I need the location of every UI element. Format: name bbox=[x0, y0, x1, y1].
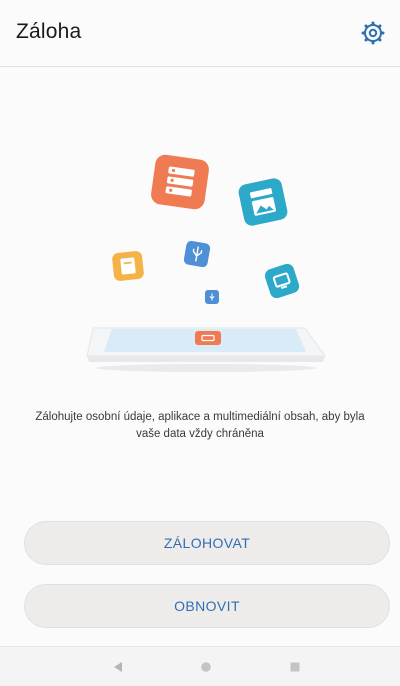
gear-icon bbox=[361, 21, 385, 45]
backup-screen: Záloha Zálohujte osobní údaje, aplikace … bbox=[0, 0, 400, 686]
recent-apps-button[interactable] bbox=[287, 659, 303, 675]
usb-icon bbox=[183, 240, 211, 268]
document-icon bbox=[151, 154, 209, 210]
back-button[interactable] bbox=[110, 659, 126, 675]
tv-icon bbox=[264, 263, 300, 299]
backup-description: Zálohujte osobní údaje, aplikace a multi… bbox=[35, 411, 365, 440]
notes-icon bbox=[112, 251, 144, 281]
backup-illustration bbox=[0, 120, 400, 380]
home-circle-icon bbox=[201, 662, 211, 672]
backup-icon bbox=[195, 331, 221, 345]
page-title: Záloha bbox=[16, 20, 82, 43]
navigation-bar bbox=[0, 646, 400, 686]
photos-icon bbox=[238, 178, 288, 226]
app-bar: Záloha bbox=[0, 0, 400, 67]
backup-button[interactable]: ZÁLOHOVAT bbox=[24, 521, 390, 565]
usb-small-icon bbox=[205, 290, 219, 304]
home-button[interactable] bbox=[198, 659, 214, 675]
restore-button[interactable]: OBNOVIT bbox=[24, 584, 390, 628]
settings-button[interactable] bbox=[360, 20, 386, 46]
back-triangle-icon bbox=[114, 662, 122, 672]
recent-square-icon bbox=[290, 662, 300, 672]
